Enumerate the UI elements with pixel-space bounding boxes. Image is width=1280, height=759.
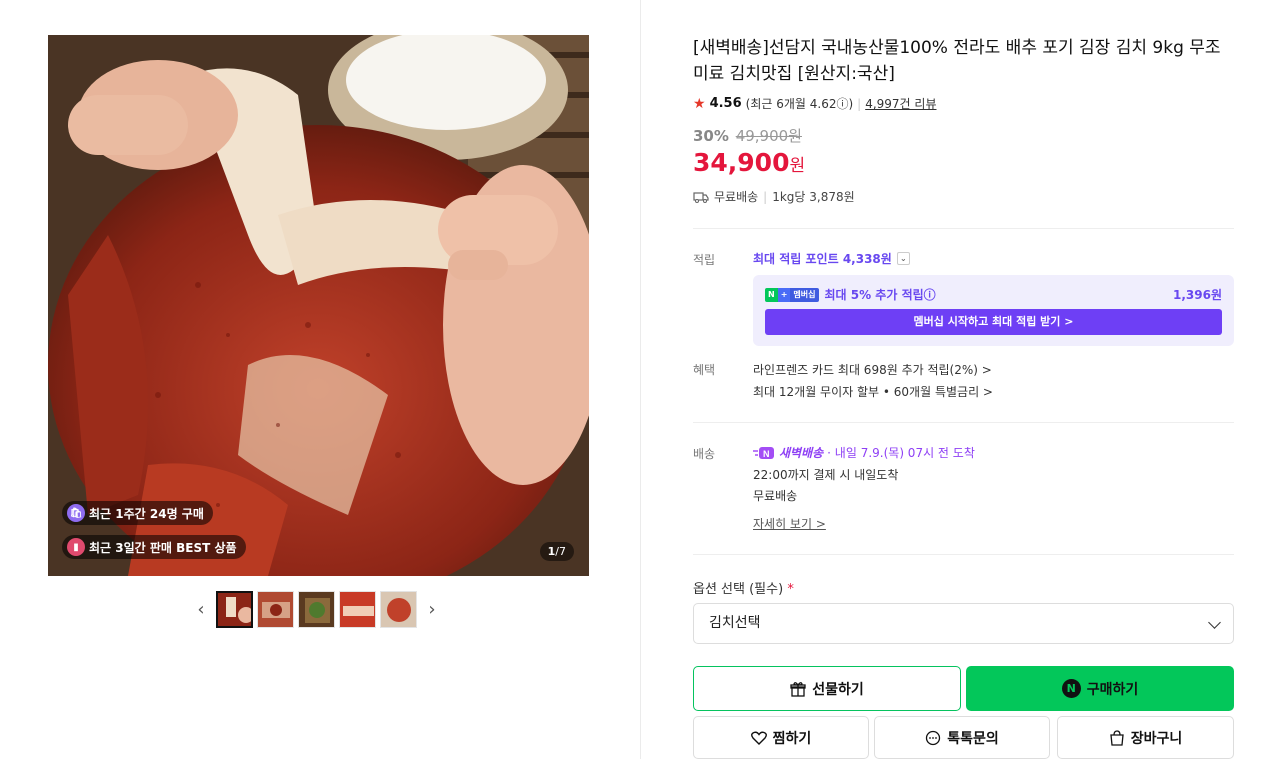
- rating-row: ★ 4.56 (최근 6개월 4.62ⓘ) | 4,997건 리뷰: [693, 95, 937, 112]
- svg-text:N: N: [763, 449, 770, 459]
- recent-purchase-badge: 🛍 최근 1주간 24명 구매: [62, 501, 213, 525]
- gift-button[interactable]: 선물하기: [693, 666, 961, 711]
- main-product-image[interactable]: 🛍 최근 1주간 24명 구매 ▮ 최근 3일간 판매 BEST 상품 1/7: [48, 35, 589, 576]
- next-thumbnail-button[interactable]: ›: [421, 590, 443, 628]
- installment-benefit-link[interactable]: 최대 12개월 무이자 할부 • 60개월 특별금리 >: [753, 383, 993, 400]
- dawn-delivery-icon: N: [753, 446, 774, 459]
- bag-icon: 🛍: [67, 504, 85, 522]
- product-gallery: 🛍 최근 1주간 24명 구매 ▮ 최근 3일간 판매 BEST 상품 1/7 …: [0, 0, 640, 759]
- rating-score: 4.56: [709, 96, 742, 111]
- discount-percent: 30%: [693, 127, 729, 145]
- section-divider: [693, 554, 1234, 555]
- cart-button[interactable]: 장바구니: [1057, 716, 1234, 759]
- membership-extra-points[interactable]: 최대 5% 추가 적립ⓘ: [825, 286, 936, 303]
- thumbnail-4[interactable]: [339, 590, 376, 628]
- separator: |: [857, 96, 862, 111]
- shipping-row: 무료배송 | 1kg당 3,878원: [693, 188, 855, 205]
- points-label: 적립: [693, 253, 716, 267]
- delivery-detail-link[interactable]: 자세히 보기 >: [753, 515, 826, 532]
- heart-icon: [750, 731, 767, 745]
- rating-recent[interactable]: (최근 6개월 4.62ⓘ): [746, 95, 854, 112]
- thumbnail-2[interactable]: [257, 590, 294, 628]
- membership-amount: 1,396원: [1173, 288, 1222, 302]
- wishlist-button[interactable]: 찜하기: [693, 716, 869, 759]
- chevron-down-icon: [1208, 616, 1221, 629]
- option-label: 옵션 선택 (필수) *: [693, 582, 794, 597]
- thumbnail-1[interactable]: [216, 590, 253, 628]
- delivery-fee: 무료배송: [753, 489, 798, 503]
- original-price: 49,900원: [735, 127, 802, 145]
- truck-icon: [693, 191, 709, 203]
- product-title: [새벽배송]선담지 국내농산물100% 전라도 배추 포기 김장 김치 9kg …: [693, 38, 1221, 84]
- separator: |: [763, 189, 768, 204]
- section-divider: [693, 422, 1234, 423]
- chat-bubble-icon: [926, 730, 941, 745]
- naver-membership-logo: N + 멤버십: [765, 287, 819, 302]
- prev-thumbnail-button[interactable]: ‹: [190, 590, 212, 628]
- section-divider: [693, 228, 1234, 229]
- delivery-label: 배송: [693, 447, 716, 461]
- max-points-dropdown[interactable]: 최대 적립 포인트 4,338원 ⌄: [753, 250, 910, 267]
- thumbnail-5[interactable]: [380, 590, 417, 628]
- membership-box: N + 멤버십 최대 5% 추가 적립ⓘ 1,396원 멤버십 시작하고 최대 적립…: [753, 275, 1234, 346]
- benefits-label: 혜택: [693, 363, 716, 377]
- thumbnail-strip: ‹ ›: [190, 590, 443, 628]
- talk-inquiry-button[interactable]: 톡톡문의: [874, 716, 1050, 759]
- kimchi-photo: [48, 35, 589, 576]
- gift-icon: [790, 681, 806, 697]
- shopping-bag-icon: [1110, 729, 1124, 746]
- best-seller-badge: ▮ 최근 3일간 판매 BEST 상품: [62, 535, 246, 559]
- dawn-delivery-row: N 새벽배송 · 내일 7.9.(목) 07시 전 도착: [753, 444, 975, 461]
- membership-start-button[interactable]: 멤버십 시작하고 최대 적립 받기 >: [765, 309, 1222, 335]
- sale-price: 34,900원: [693, 148, 806, 177]
- option-select[interactable]: 김치선택: [693, 603, 1234, 644]
- naver-pay-icon: N: [1061, 679, 1081, 698]
- discount-row: 30% 49,900원: [693, 125, 802, 146]
- buy-button[interactable]: N 구매하기: [966, 666, 1234, 711]
- star-icon: ★: [693, 95, 706, 112]
- card-benefit-link[interactable]: 라인프렌즈 카드 최대 698원 추가 적립(2%) >: [753, 361, 992, 378]
- thumbnail-3[interactable]: [298, 590, 335, 628]
- gift-icon: ▮: [67, 538, 85, 556]
- image-counter: 1/7: [539, 542, 574, 561]
- column-divider: [640, 0, 641, 759]
- delivery-cutoff: 22:00까지 결제 시 내일도착: [753, 468, 899, 482]
- chevron-down-icon: ⌄: [896, 252, 910, 265]
- reviews-link[interactable]: 4,997건 리뷰: [865, 95, 936, 112]
